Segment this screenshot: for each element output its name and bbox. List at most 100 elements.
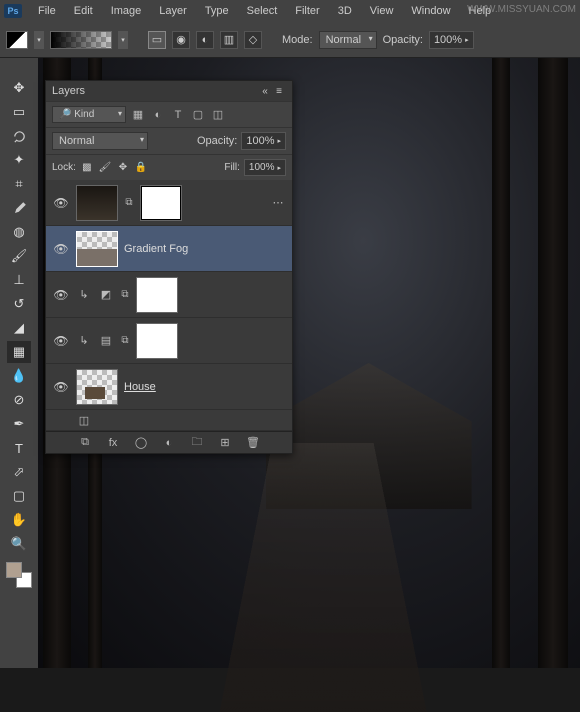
gradient-dropdown-icon[interactable]: ▾ xyxy=(118,31,128,49)
filter-kind-select[interactable]: 🔎 Kind xyxy=(52,106,126,123)
new-group-icon[interactable]: 🗀 xyxy=(189,433,205,452)
foreground-color-swatch[interactable] xyxy=(6,562,22,578)
layer-thumbnail[interactable] xyxy=(76,369,118,405)
layers-panel-footer: ⧉ fx ◯ ◐ 🗀 ⊞ 🗑 xyxy=(46,431,292,453)
type-tool[interactable]: T xyxy=(7,437,31,459)
gradient-preview[interactable] xyxy=(50,31,112,49)
visibility-toggle[interactable]: 👁 xyxy=(52,288,70,302)
dodge-tool[interactable]: ⊘ xyxy=(7,389,31,411)
reflected-gradient-icon[interactable]: ▥ xyxy=(220,31,238,49)
visibility-toggle[interactable]: 👁 xyxy=(52,196,70,210)
app-logo: Ps xyxy=(4,4,22,18)
layer-mask-thumbnail[interactable] xyxy=(136,277,178,313)
layer-row[interactable]: 👁 ↳ ◩ ⧉ xyxy=(46,272,292,318)
zoom-tool[interactable]: 🔍 xyxy=(7,533,31,555)
gradient-tool[interactable]: ▦ xyxy=(7,341,31,363)
lasso-tool[interactable] xyxy=(7,125,31,147)
menu-filter[interactable]: Filter xyxy=(287,2,327,20)
delete-layer-icon[interactable]: 🗑 xyxy=(245,436,261,449)
panel-collapse-icon[interactable]: « xyxy=(258,86,272,97)
eyedropper-tool[interactable] xyxy=(7,197,31,219)
opacity-input[interactable]: 100% xyxy=(429,31,474,49)
visibility-toggle[interactable]: 👁 xyxy=(52,380,70,394)
layer-row[interactable]: 👁 ⧉ ⋯ xyxy=(46,180,292,226)
filter-type-icon[interactable]: T xyxy=(170,107,186,123)
magic-wand-tool[interactable]: ✦ xyxy=(7,149,31,171)
gradient-swatch[interactable] xyxy=(6,31,28,49)
move-tool[interactable]: ✥ xyxy=(7,77,31,99)
visibility-toggle[interactable]: 👁 xyxy=(52,242,70,256)
history-brush-tool[interactable]: ↺ xyxy=(7,293,31,315)
clip-indicator-icon: ↳ xyxy=(76,287,92,303)
add-mask-icon[interactable]: ◯ xyxy=(133,436,149,449)
menu-type[interactable]: Type xyxy=(197,2,237,20)
clone-stamp-tool[interactable]: ⊥ xyxy=(7,269,31,291)
lock-row: Lock: ▩ 🖌 ✥ 🔒 Fill: 100% xyxy=(46,154,292,180)
foreground-background-colors[interactable] xyxy=(6,562,32,588)
layer-name[interactable]: House xyxy=(124,381,286,393)
crop-tool[interactable]: ⌗ xyxy=(7,173,31,195)
layer-thumbnail[interactable] xyxy=(76,185,118,221)
blend-row: Normal Opacity: 100% xyxy=(46,127,292,154)
menu-select[interactable]: Select xyxy=(239,2,286,20)
eraser-tool[interactable]: ◢ xyxy=(7,317,31,339)
layer-thumbnail[interactable] xyxy=(76,231,118,267)
menu-layer[interactable]: Layer xyxy=(151,2,195,20)
layer-row[interactable]: 👁 House xyxy=(46,364,292,410)
lock-position-icon[interactable]: ✥ xyxy=(116,161,130,175)
mode-select[interactable]: Normal xyxy=(319,31,377,49)
blur-tool[interactable]: 💧 xyxy=(7,365,31,387)
lock-transparency-icon[interactable]: ▩ xyxy=(80,161,94,175)
lock-label: Lock: xyxy=(52,162,76,173)
diamond-gradient-icon[interactable]: ◇ xyxy=(244,31,262,49)
fill-input[interactable]: 100% xyxy=(244,159,286,176)
mask-link-icon[interactable]: ⧉ xyxy=(120,335,130,346)
panel-menu-icon[interactable]: ≡ xyxy=(272,86,286,97)
layer-row[interactable]: 👁 ↳ ▤ ⧉ xyxy=(46,318,292,364)
menu-file[interactable]: File xyxy=(30,2,64,20)
adjustment-icon[interactable]: ▤ xyxy=(98,333,114,349)
panel-opacity-input[interactable]: 100% xyxy=(241,132,286,150)
layer-effects-icon[interactable]: ⋯ xyxy=(270,195,286,211)
layer-mask-thumbnail[interactable] xyxy=(140,185,182,221)
lock-all-icon[interactable]: 🔒 xyxy=(134,161,148,175)
shape-tool[interactable]: ▢ xyxy=(7,485,31,507)
menu-edit[interactable]: Edit xyxy=(66,2,101,20)
healing-tool[interactable]: ◍ xyxy=(7,221,31,243)
filter-pixel-icon[interactable]: ▦ xyxy=(130,107,146,123)
options-bar: ▾ ▾ ▭ ◉ ◐ ▥ ◇ Mode: Normal Opacity: 100% xyxy=(0,22,580,58)
radial-gradient-icon[interactable]: ◉ xyxy=(172,31,190,49)
angle-gradient-icon[interactable]: ◐ xyxy=(196,31,214,49)
blend-mode-select[interactable]: Normal xyxy=(52,132,148,150)
filter-adjustment-icon[interactable]: ◐ xyxy=(150,107,166,123)
panel-opacity-label: Opacity: xyxy=(197,135,237,147)
mask-link-icon[interactable]: ⧉ xyxy=(120,289,130,300)
new-adjustment-icon[interactable]: ◐ xyxy=(161,437,177,449)
visibility-toggle[interactable]: 👁 xyxy=(52,334,70,348)
hand-tool[interactable]: ✋ xyxy=(7,509,31,531)
menu-image[interactable]: Image xyxy=(103,2,150,20)
brush-tool[interactable]: 🖌 xyxy=(7,245,31,267)
new-layer-icon[interactable]: ⊞ xyxy=(217,436,233,449)
menu-view[interactable]: View xyxy=(362,2,402,20)
layer-fx-icon[interactable]: fx xyxy=(105,437,121,449)
pen-tool[interactable]: ✒ xyxy=(7,413,31,435)
menu-window[interactable]: Window xyxy=(403,2,458,20)
layer-filter-row: 🔎 Kind ▦ ◐ T ▢ ◫ xyxy=(46,101,292,127)
filter-smart-icon[interactable]: ◫ xyxy=(210,107,226,123)
link-layers-icon[interactable]: ⧉ xyxy=(77,436,93,449)
marquee-tool[interactable]: ▭ xyxy=(7,101,31,123)
layers-panel-header[interactable]: Layers « ≡ xyxy=(46,81,292,101)
layer-mask-thumbnail[interactable] xyxy=(136,323,178,359)
linear-gradient-icon[interactable]: ▭ xyxy=(148,31,166,49)
layer-row-smartfilters[interactable]: ◫ xyxy=(46,410,292,431)
swatch-dropdown-icon[interactable]: ▾ xyxy=(34,31,44,49)
layer-row[interactable]: 👁 Gradient Fog xyxy=(46,226,292,272)
lock-pixels-icon[interactable]: 🖌 xyxy=(98,161,112,175)
mask-link-icon[interactable]: ⧉ xyxy=(124,197,134,208)
adjustment-icon[interactable]: ◩ xyxy=(98,287,114,303)
layer-name[interactable]: Gradient Fog xyxy=(124,243,286,255)
path-select-tool[interactable]: ⬀ xyxy=(7,461,31,483)
filter-shape-icon[interactable]: ▢ xyxy=(190,107,206,123)
menu-3d[interactable]: 3D xyxy=(330,2,360,20)
